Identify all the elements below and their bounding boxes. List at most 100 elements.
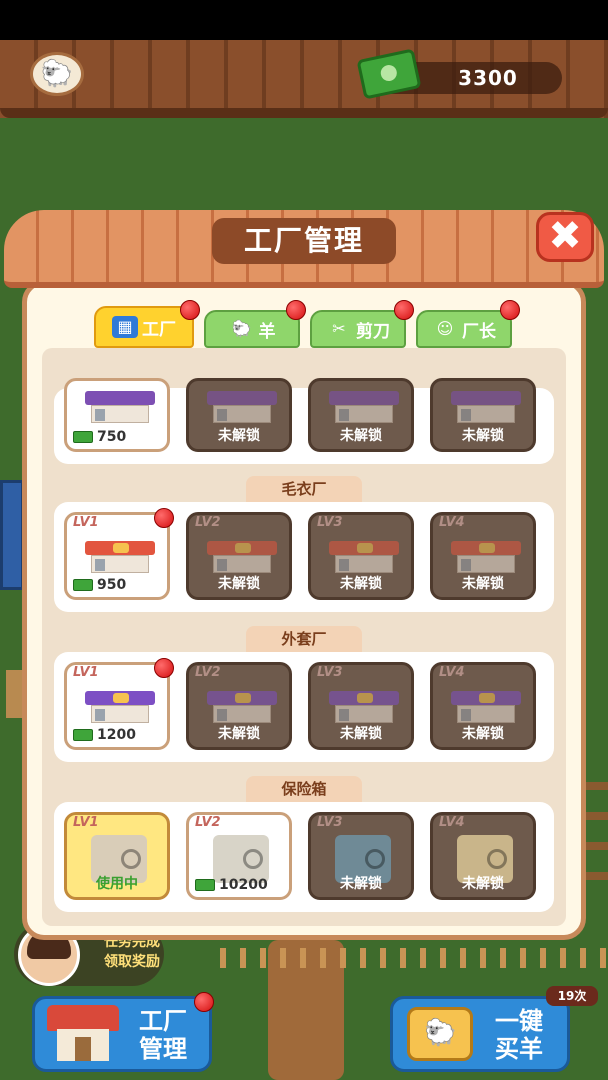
- tv-sheep-icon: [407, 1007, 473, 1061]
- shop-icon: ▦: [112, 316, 138, 338]
- tab-manager[interactable]: ☺ 厂长: [416, 310, 512, 348]
- tab-scissors-dot: [394, 300, 414, 320]
- level-label: LV4: [439, 665, 465, 680]
- tab-scissors-label: 剪刀: [356, 321, 390, 342]
- level-label: LV3: [317, 515, 343, 530]
- sheep-icon: 🐑: [231, 319, 252, 338]
- factory-building-icon: [451, 541, 521, 575]
- money-value: 3300: [458, 66, 518, 90]
- factory-tile[interactable]: 750: [64, 378, 170, 452]
- factory-building-icon: [329, 541, 399, 575]
- task-line2: 领取奖励: [104, 954, 160, 970]
- tile-notification-dot: [154, 658, 174, 678]
- factory-building-icon: [329, 391, 399, 425]
- cash-icon: [73, 579, 93, 591]
- tab-scissors[interactable]: ✂ 剪刀: [310, 310, 406, 348]
- tile-status: 使用中: [96, 876, 138, 892]
- tile-status: 未解锁: [340, 726, 382, 742]
- tile-status: 未解锁: [218, 428, 260, 444]
- tab-manager-dot: [500, 300, 520, 320]
- tile-status: 未解锁: [218, 726, 260, 742]
- buy-count-badge: 19次: [546, 986, 598, 1006]
- factory-tile-locked[interactable]: 未解锁: [186, 378, 292, 452]
- tile-status: 未解锁: [462, 726, 504, 742]
- safe-tile[interactable]: LV2 10200: [186, 812, 292, 900]
- level-label: LV4: [439, 515, 465, 530]
- status-bar: [0, 0, 608, 40]
- factory-tile[interactable]: LV1 950: [64, 512, 170, 600]
- factory-tile-locked[interactable]: 未解锁: [308, 378, 414, 452]
- factory-building-icon: [85, 391, 155, 425]
- factory-tile-locked[interactable]: LV2 未解锁: [186, 662, 292, 750]
- buy-button-line1: 一键: [495, 1007, 543, 1035]
- level-label: LV1: [73, 815, 99, 830]
- factory-building-icon: [451, 391, 521, 425]
- factory-tile-locked[interactable]: LV3 未解锁: [308, 512, 414, 600]
- factory-management-button[interactable]: 工厂 管理: [32, 996, 212, 1072]
- tile-status: 未解锁: [218, 576, 260, 592]
- scissors-icon: ✂: [332, 319, 346, 338]
- level-label: LV1: [73, 515, 99, 530]
- background-fence-bottom: [220, 948, 608, 968]
- tab-factory[interactable]: ▦ 工厂: [94, 306, 194, 348]
- house-icon: [47, 1005, 119, 1063]
- factory-building-icon: [85, 691, 155, 725]
- tab-factory-dot: [180, 300, 200, 320]
- tab-factory-label: 工厂: [142, 319, 176, 340]
- tile-price: 750: [73, 429, 126, 445]
- tile-status: 未解锁: [340, 876, 382, 892]
- level-label: LV2: [195, 515, 221, 530]
- tile-notification-dot: [154, 508, 174, 528]
- factory-list[interactable]: 750 未解锁 未解锁 未解锁 毛衣厂 LV1 950 LV2 未解锁 LV3 …: [42, 348, 566, 926]
- factory-building-icon: [329, 691, 399, 725]
- safe-tile-locked[interactable]: LV3 未解锁: [308, 812, 414, 900]
- factory-tile[interactable]: LV1 1200: [64, 662, 170, 750]
- tile-status: 未解锁: [462, 876, 504, 892]
- factory-building-icon: [451, 691, 521, 725]
- section-label-coat: 外套厂: [246, 626, 362, 652]
- tile-status: 未解锁: [340, 428, 382, 444]
- tile-status: 未解锁: [462, 428, 504, 444]
- cash-icon: [73, 431, 93, 443]
- tile-price: 10200: [195, 877, 268, 893]
- factory-building-icon: [207, 541, 277, 575]
- factory-tile-locked[interactable]: LV3 未解锁: [308, 662, 414, 750]
- level-label: LV2: [195, 815, 221, 830]
- tab-manager-label: 厂长: [462, 321, 496, 342]
- level-label: LV4: [439, 815, 465, 830]
- tile-price: 1200: [73, 727, 136, 743]
- level-label: LV2: [195, 665, 221, 680]
- cash-icon: [195, 879, 215, 891]
- buy-button-line2: 买羊: [495, 1035, 543, 1063]
- safe-tile-locked[interactable]: LV4 未解锁: [430, 812, 536, 900]
- factory-tile-locked[interactable]: 未解锁: [430, 378, 536, 452]
- section-label-sweater: 毛衣厂: [246, 476, 362, 502]
- cash-icon: [73, 729, 93, 741]
- factory-building-icon: [207, 691, 277, 725]
- factory-button-line1: 工厂: [139, 1007, 187, 1035]
- manager-icon: ☺: [436, 319, 454, 338]
- panel-title: 工厂管理: [212, 218, 396, 264]
- level-label: LV3: [317, 815, 343, 830]
- tab-sheep[interactable]: 🐑 羊: [204, 310, 300, 348]
- buy-sheep-button[interactable]: 一键 买羊: [390, 996, 570, 1072]
- factory-button-notification-dot: [194, 992, 214, 1012]
- tile-price: 950: [73, 577, 126, 593]
- player-avatar[interactable]: 🐑: [30, 52, 84, 96]
- factory-tile-locked[interactable]: LV2 未解锁: [186, 512, 292, 600]
- factory-tile-locked[interactable]: LV4 未解锁: [430, 512, 536, 600]
- safe-icon: [213, 835, 269, 883]
- level-label: LV1: [73, 665, 99, 680]
- section-label-safe: 保险箱: [246, 776, 362, 802]
- close-button[interactable]: ✖: [536, 212, 594, 262]
- factory-button-line2: 管理: [139, 1035, 187, 1063]
- background-house: [0, 480, 24, 590]
- tab-sheep-label: 羊: [258, 321, 276, 342]
- factory-building-icon: [85, 541, 155, 575]
- level-label: LV3: [317, 665, 343, 680]
- tile-status: 未解锁: [340, 576, 382, 592]
- tile-status: 未解锁: [462, 576, 504, 592]
- tab-sheep-dot: [286, 300, 306, 320]
- safe-tile-in-use[interactable]: LV1 使用中: [64, 812, 170, 900]
- factory-tile-locked[interactable]: LV4 未解锁: [430, 662, 536, 750]
